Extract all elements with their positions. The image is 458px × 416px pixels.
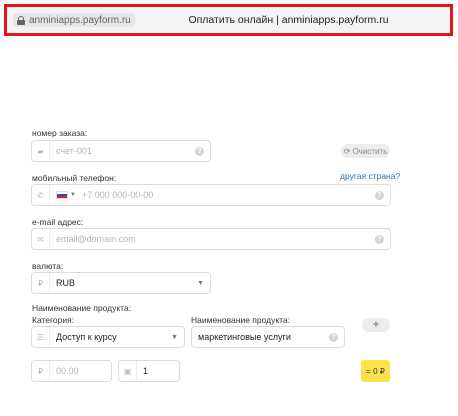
currency-select[interactable]: ₽ RUB ▼ — [31, 272, 211, 294]
help-icon[interactable]: ? — [375, 190, 384, 200]
total-badge: = 0 ₽ — [361, 360, 390, 382]
email-label: e-mail адрес: — [32, 217, 84, 227]
currency-value: RUB — [56, 278, 76, 288]
product-name-label: Наименование продукта: — [191, 315, 291, 325]
phone-input[interactable]: +7 000 000-00-00 — [76, 190, 375, 200]
currency-label: валюта: — [32, 261, 64, 271]
ruble-icon: ₽ — [32, 273, 50, 293]
clear-button[interactable]: ⟳ Очистить — [341, 144, 390, 158]
phone-field[interactable]: ✆ ▼ +7 000 000-00-00 ? — [31, 184, 391, 206]
phone-label: мобильный телефон: — [32, 173, 117, 183]
order-label: номер заказа: — [32, 128, 88, 138]
browser-address-bar: anminiapps.payform.ru Оплатить онлайн | … — [4, 4, 453, 36]
email-input[interactable]: email@domain.com — [50, 234, 375, 244]
chevron-down-icon: ▼ — [197, 279, 204, 287]
price-field[interactable]: ₽ 00.00 — [31, 360, 112, 382]
product-section-label: Наименование продукта: — [32, 303, 132, 313]
phone-icon: ✆ — [32, 185, 50, 205]
quantity-input[interactable]: 1 — [137, 366, 179, 376]
envelope-icon: ✉ — [32, 229, 50, 249]
page-title: Оплатить онлайн | anminiapps.payform.ru — [188, 14, 389, 26]
product-name-field[interactable]: маркетинговые услуги ? — [191, 326, 345, 348]
category-select[interactable]: ☰ Доступ к курсу ▼ — [31, 326, 185, 348]
order-number-input[interactable]: счет-001 — [50, 146, 195, 156]
russia-flag-icon[interactable] — [56, 191, 68, 199]
clear-label: Очистить — [352, 146, 388, 156]
category-value: Доступ к курсу — [56, 332, 117, 342]
quantity-field[interactable]: ▣ 1 — [118, 360, 180, 382]
other-country-link[interactable]: другая страна? — [340, 171, 400, 181]
ruble-icon: ₽ — [32, 361, 50, 381]
help-icon[interactable]: ? — [375, 234, 384, 244]
order-number-field[interactable]: ▰ счет-001 ? — [31, 140, 211, 162]
tag-icon: ▰ — [32, 141, 50, 161]
category-label: Категория: — [32, 315, 75, 325]
help-icon[interactable]: ? — [195, 146, 204, 156]
product-name-input[interactable]: маркетинговые услуги — [192, 332, 329, 342]
price-input[interactable]: 00.00 — [50, 366, 111, 376]
email-field[interactable]: ✉ email@domain.com ? — [31, 228, 391, 250]
refresh-icon: ⟳ — [343, 146, 351, 156]
chevron-down-icon: ▼ — [171, 333, 178, 341]
box-icon: ▣ — [119, 361, 137, 381]
list-icon: ☰ — [32, 327, 50, 347]
help-icon[interactable]: ? — [329, 332, 338, 342]
add-product-button[interactable]: + — [362, 318, 390, 332]
